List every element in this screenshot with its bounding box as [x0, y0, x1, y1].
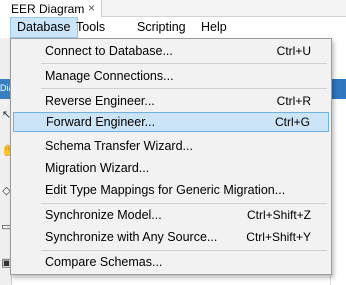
document-tab-strip: EER Diagram ×: [0, 0, 346, 17]
menu-item-label: Connect to Database...: [45, 44, 173, 58]
menu-item-label: Reverse Engineer...: [45, 94, 155, 108]
database-menu-dropdown: Connect to Database... Ctrl+U Manage Con…: [10, 38, 332, 275]
menu-item-compare-schemas[interactable]: Compare Schemas...: [13, 252, 329, 272]
menu-item-synchronize-with-any-source[interactable]: Synchronize with Any Source... Ctrl+Shif…: [13, 227, 329, 247]
menu-item-shortcut: Ctrl+U: [276, 44, 311, 58]
tab-title: EER Diagram: [11, 1, 85, 16]
menu-item-label: Edit Type Mappings for Generic Migration…: [45, 183, 286, 197]
menu-item-forward-engineer[interactable]: Forward Engineer... Ctrl+G: [13, 112, 329, 132]
right-panel-header: [330, 79, 346, 99]
menu-item-shortcut: Ctrl+R: [276, 94, 311, 108]
menu-item-schema-transfer-wizard[interactable]: Schema Transfer Wizard...: [13, 136, 329, 156]
menu-item-shortcut: Ctrl+Shift+Z: [246, 208, 311, 222]
menu-separator: [41, 203, 327, 204]
menu-item-label: Synchronize with Any Source...: [45, 230, 218, 244]
menu-database[interactable]: Database: [10, 17, 78, 38]
menu-item-shortcut: Ctrl+G: [274, 115, 310, 129]
menu-item-manage-connections[interactable]: Manage Connections...: [13, 66, 329, 86]
menu-item-shortcut: Ctrl+Shift+Y: [246, 230, 311, 244]
menu-item-label: Manage Connections...: [45, 69, 174, 83]
menu-item-label: Forward Engineer...: [46, 115, 156, 129]
menu-separator: [41, 88, 327, 89]
menu-item-connect-to-database[interactable]: Connect to Database... Ctrl+U: [13, 41, 329, 61]
menu-item-migration-wizard[interactable]: Migration Wizard...: [13, 158, 329, 178]
menu-separator: [41, 250, 327, 251]
menu-item-label: Migration Wizard...: [45, 161, 150, 175]
menu-item-reverse-engineer[interactable]: Reverse Engineer... Ctrl+R: [13, 91, 329, 111]
menu-help[interactable]: Help: [195, 17, 233, 38]
tab-eer-diagram[interactable]: EER Diagram ×: [0, 0, 102, 17]
menu-item-label: Compare Schemas...: [45, 255, 163, 269]
menu-item-label: Schema Transfer Wizard...: [45, 139, 193, 153]
menu-tools[interactable]: Tools: [70, 17, 111, 38]
menu-scripting[interactable]: Scripting: [131, 17, 192, 38]
right-panel: [330, 99, 346, 285]
menu-item-label: Synchronize Model...: [45, 208, 162, 222]
menu-item-edit-type-mappings[interactable]: Edit Type Mappings for Generic Migration…: [13, 180, 329, 200]
menu-separator: [41, 63, 327, 64]
close-tab-icon[interactable]: ×: [88, 1, 95, 15]
menu-item-synchronize-model[interactable]: Synchronize Model... Ctrl+Shift+Z: [13, 205, 329, 225]
